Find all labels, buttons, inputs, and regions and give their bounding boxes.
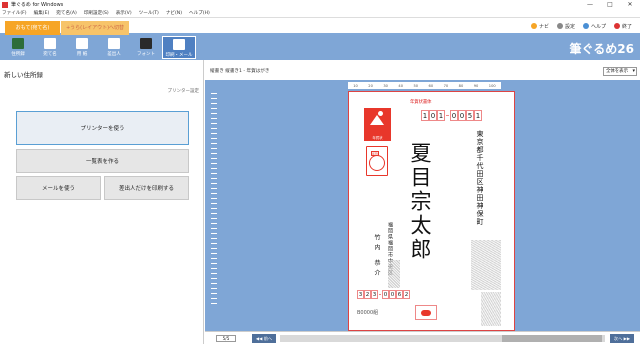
page-title: 新しい住所録 bbox=[4, 71, 43, 79]
menu-tools[interactable]: ツール(T) bbox=[139, 10, 159, 16]
scroll-thumb[interactable] bbox=[502, 335, 602, 342]
sender-zip[interactable]: 3 2 3 0 0 6 2 bbox=[357, 290, 410, 299]
paper-icon bbox=[76, 38, 88, 49]
font-icon bbox=[140, 38, 152, 49]
postcard-preview[interactable]: 年賀状書体 年賀状 年賀 1 0 1 0 0 5 1 東京都千代田区神田神保町 … bbox=[348, 91, 515, 331]
settings-link[interactable]: 設定 bbox=[556, 22, 575, 32]
lottery-strip: B0000組 bbox=[357, 305, 507, 322]
menu-edit[interactable]: 編集(E) bbox=[34, 10, 50, 16]
tab-switch-back[interactable]: +うら(レイアウト)へ切替 bbox=[61, 21, 129, 35]
postmark: 年賀 bbox=[366, 146, 388, 176]
help-icon bbox=[582, 23, 589, 29]
toolbar-recipient[interactable]: 宛て名 bbox=[36, 36, 64, 59]
minimize-button[interactable]: — bbox=[580, 0, 600, 9]
view-select[interactable]: 全体を表示 bbox=[603, 67, 637, 76]
prev-button[interactable]: ◀◀ 前へ bbox=[252, 334, 276, 343]
layout-breadcrumb: 縦書き 縦書き1 - 年賀はがき bbox=[210, 69, 270, 74]
preview-header: 縦書き 縦書き1 - 年賀はがき 全体を表示 bbox=[205, 60, 640, 80]
tab-bar: おもて(宛て名) +うら(レイアウト)へ切替 ナビ 設定 ヘルプ 終了 bbox=[0, 18, 640, 35]
window-title: 筆ぐるめ for Windows bbox=[11, 2, 64, 8]
use-printer-button[interactable]: プリンターを使う bbox=[16, 111, 189, 145]
stamp-image: 年賀状 bbox=[364, 108, 391, 141]
fish-icon bbox=[415, 305, 437, 320]
toolbar: 住所録 宛て名 用 紙 差出人 フォント 印刷・メール 筆ぐるめ26 bbox=[0, 35, 640, 60]
close-window-button[interactable]: ✕ bbox=[620, 0, 640, 9]
menu-bar: ファイル(F) 編集(E) 宛て名(A) 印刷設定(S) 表示(V) ツール(T… bbox=[0, 9, 640, 18]
postmark-circle bbox=[369, 155, 385, 171]
illustration-sample bbox=[471, 240, 501, 290]
page-indicator[interactable]: 5/5 bbox=[216, 335, 236, 342]
help-link[interactable]: ヘルプ bbox=[582, 22, 606, 32]
navi-icon bbox=[530, 23, 537, 29]
sender-name[interactable]: 竹内 恭介 bbox=[372, 234, 381, 280]
toolbar-address-book[interactable]: 住所録 bbox=[4, 36, 32, 59]
sender-icon bbox=[108, 38, 120, 49]
toolbar-print-mail[interactable]: 印刷・メール bbox=[162, 36, 196, 59]
gear-icon bbox=[556, 23, 563, 29]
menu-print-settings[interactable]: 印刷設定(S) bbox=[84, 10, 109, 16]
address-book-icon bbox=[12, 38, 24, 49]
app-icon bbox=[2, 1, 8, 8]
use-mail-button[interactable]: メールを使う bbox=[16, 176, 101, 200]
printer-icon bbox=[173, 39, 185, 50]
menu-view[interactable]: 表示(V) bbox=[116, 10, 132, 16]
font-hint: 年賀状書体 bbox=[410, 100, 432, 105]
navi-link[interactable]: ナビ bbox=[530, 22, 549, 32]
ruler-left bbox=[211, 89, 217, 307]
toolbar-sender[interactable]: 差出人 bbox=[100, 36, 128, 59]
menu-file[interactable]: ファイル(F) bbox=[2, 10, 27, 16]
mountain-icon bbox=[370, 115, 384, 125]
maximize-button[interactable]: □ bbox=[600, 0, 620, 9]
illustration-sample bbox=[388, 260, 400, 288]
recipient-address[interactable]: 東京都千代田区神田神保町 bbox=[475, 130, 485, 226]
printer-settings-link[interactable]: プリンター設定 bbox=[168, 88, 200, 94]
make-list-button[interactable]: 一覧表を作る bbox=[16, 149, 189, 173]
ruler-top: 10 20 30 40 50 60 70 80 90 100 bbox=[348, 82, 501, 89]
left-panel: 新しい住所録 プリンター設定 プリンターを使う 一覧表を作る メールを使う 差出… bbox=[0, 60, 204, 344]
recipient-zip[interactable]: 1 0 1 0 0 5 1 bbox=[421, 110, 482, 121]
menu-help[interactable]: ヘルプ(H) bbox=[189, 10, 210, 16]
print-sender-button[interactable]: 差出人だけを印刷する bbox=[104, 176, 189, 200]
title-bar: 筆ぐるめ for Windows — □ ✕ bbox=[0, 0, 640, 9]
horizontal-scrollbar[interactable] bbox=[280, 335, 605, 342]
toolbar-font[interactable]: フォント bbox=[132, 36, 160, 59]
menu-navi[interactable]: ナビ(N) bbox=[166, 10, 182, 16]
recipient-name[interactable]: 夏目宗太郎 bbox=[407, 142, 433, 262]
brand-logo: 筆ぐるめ26 bbox=[569, 42, 634, 56]
next-button[interactable]: 次へ ▶▶ bbox=[610, 334, 634, 343]
menu-address[interactable]: 宛て名(A) bbox=[56, 10, 77, 16]
exit-link[interactable]: 終了 bbox=[613, 22, 632, 32]
tab-front[interactable]: おもて(宛て名) bbox=[5, 21, 60, 35]
preview-footer: 5/5 ◀◀ 前へ 次へ ▶▶ bbox=[205, 331, 640, 344]
card-icon bbox=[44, 38, 56, 49]
toolbar-paper[interactable]: 用 紙 bbox=[68, 36, 96, 59]
preview-panel: 縦書き 縦書き1 - 年賀はがき 全体を表示 10203040506070809… bbox=[205, 60, 640, 344]
close-icon bbox=[613, 23, 620, 29]
